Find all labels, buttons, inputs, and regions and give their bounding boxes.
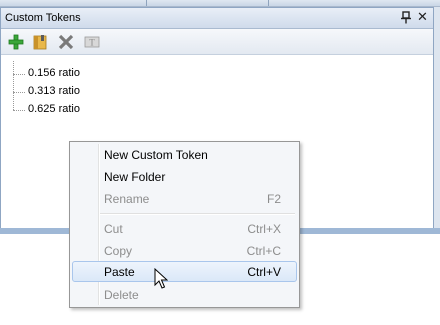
menu-separator	[100, 213, 295, 215]
right-edge-strip	[434, 7, 440, 230]
panel-toolbar: T	[1, 29, 433, 55]
close-icon[interactable]: ✕	[416, 10, 429, 24]
menu-item-label: New Custom Token	[104, 148, 208, 162]
svg-text:T: T	[89, 38, 95, 48]
menu-item-label: Paste	[104, 265, 135, 279]
menu-item-shortcut: Ctrl+C	[246, 244, 281, 258]
rename-icon[interactable]: T	[83, 33, 101, 51]
menu-item-new-folder[interactable]: New Folder	[72, 166, 297, 187]
tree-connector	[13, 110, 25, 111]
menu-item-shortcut: Ctrl+X	[247, 222, 281, 236]
panel-title: Custom Tokens	[5, 12, 81, 24]
tree-item-label: 0.313 ratio	[28, 85, 80, 97]
tree-connector	[13, 61, 14, 110]
menu-item-label: Copy	[104, 244, 133, 258]
mouse-cursor-icon	[154, 267, 169, 290]
menu-item-rename[interactable]: Rename F2	[72, 188, 297, 209]
tree-connector	[13, 92, 25, 93]
menu-item-paste[interactable]: Paste Ctrl+V	[72, 261, 297, 282]
delete-icon[interactable]	[57, 33, 75, 51]
tree-item-label: 0.625 ratio	[28, 103, 80, 115]
tab-separator	[146, 0, 147, 6]
menu-item-cut[interactable]: Cut Ctrl+X	[72, 218, 297, 239]
menu-item-label: Rename	[104, 192, 150, 206]
menu-item-copy[interactable]: Copy Ctrl+C	[72, 240, 297, 261]
context-menu: New Custom Token New Folder Rename F2 Cu…	[69, 141, 300, 308]
menu-item-label: Cut	[104, 222, 123, 236]
menu-item-delete[interactable]: Delete	[72, 284, 297, 305]
tree-item-label: 0.156 ratio	[28, 67, 80, 79]
menu-item-new-custom-token[interactable]: New Custom Token	[72, 144, 297, 165]
top-tab-strip	[0, 0, 440, 7]
menu-item-label: New Folder	[104, 170, 166, 184]
tree-connector	[13, 74, 25, 75]
folder-icon[interactable]	[31, 33, 49, 51]
menu-item-label: Delete	[104, 288, 139, 302]
panel-titlebar: Custom Tokens ✕	[1, 8, 433, 29]
tab-separator	[268, 0, 269, 6]
menu-item-shortcut: F2	[266, 192, 281, 206]
pin-icon[interactable]	[400, 11, 412, 24]
menu-item-shortcut: Ctrl+V	[247, 265, 281, 279]
add-icon[interactable]	[7, 33, 25, 51]
